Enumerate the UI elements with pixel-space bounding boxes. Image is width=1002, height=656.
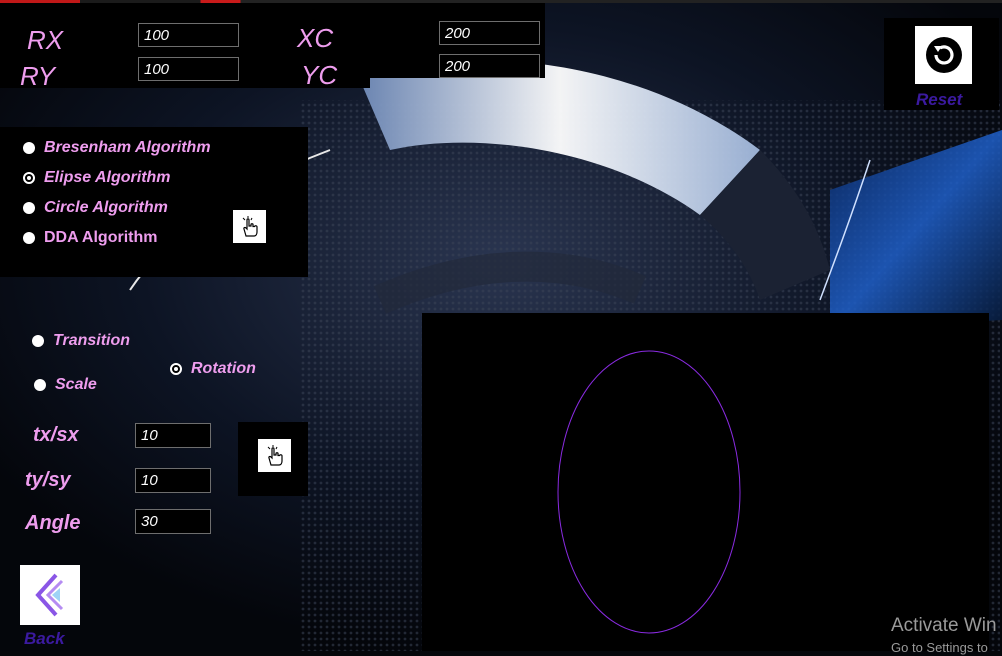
- activation-watermark-subtitle: Go to Settings to: [891, 640, 988, 655]
- algorithm-option-ellipse[interactable]: Elipse Algorithm: [23, 169, 171, 187]
- reset-label: Reset: [916, 90, 963, 109]
- txsx-input[interactable]: [135, 423, 211, 448]
- dda-label: DDA Algorithm: [44, 229, 158, 246]
- yc-input[interactable]: [439, 54, 540, 78]
- yc-label: YC: [301, 60, 338, 90]
- algorithm-option-circle[interactable]: Circle Algorithm: [23, 199, 168, 217]
- back-button[interactable]: [20, 565, 80, 625]
- angle-input[interactable]: [135, 509, 211, 534]
- rx-input[interactable]: [138, 23, 239, 47]
- rotation-radio[interactable]: [170, 363, 182, 375]
- apply-transform-button[interactable]: [258, 439, 291, 472]
- rx-label: RX: [27, 25, 64, 55]
- xc-label: XC: [297, 23, 334, 53]
- rotation-label: Rotation: [191, 360, 256, 377]
- back-label: Back: [24, 629, 65, 648]
- transform-option-scale[interactable]: Scale: [34, 376, 97, 394]
- scale-radio[interactable]: [34, 379, 46, 391]
- algorithm-option-dda[interactable]: DDA Algorithm: [23, 229, 157, 247]
- ellipse-label: Elipse Algorithm: [44, 169, 171, 186]
- circle-radio[interactable]: [23, 202, 35, 214]
- dda-radio[interactable]: [23, 232, 35, 244]
- tysy-label: ty/sy: [25, 469, 71, 491]
- transform-option-transition[interactable]: Transition: [32, 332, 130, 350]
- draw-button[interactable]: [233, 210, 266, 243]
- ellipse-radio[interactable]: [23, 172, 35, 184]
- drawn-ellipse: [557, 350, 741, 634]
- ry-label: RY: [20, 61, 56, 91]
- refresh-icon: [925, 37, 962, 73]
- tysy-input[interactable]: [135, 468, 211, 493]
- txsx-label: tx/sx: [33, 424, 79, 446]
- transition-radio[interactable]: [32, 335, 44, 347]
- hand-pointer-icon: [267, 444, 283, 466]
- transition-label: Transition: [53, 332, 131, 349]
- bresenham-label: Bresenham Algorithm: [44, 139, 211, 156]
- chevron-left-icon: [35, 573, 64, 617]
- ry-input[interactable]: [138, 57, 239, 81]
- angle-label: Angle: [25, 512, 81, 534]
- drawing-canvas[interactable]: [422, 313, 989, 651]
- algorithm-option-bresenham[interactable]: Bresenham Algorithm: [23, 139, 211, 157]
- reset-button[interactable]: [915, 26, 972, 84]
- activation-watermark-title: Activate Win: [891, 615, 997, 636]
- bresenham-radio[interactable]: [23, 142, 35, 154]
- transform-option-rotation[interactable]: Rotation: [170, 360, 256, 378]
- hand-pointer-icon: [242, 215, 258, 237]
- scale-label: Scale: [55, 376, 97, 393]
- xc-input[interactable]: [439, 21, 540, 45]
- circle-label: Circle Algorithm: [44, 199, 168, 216]
